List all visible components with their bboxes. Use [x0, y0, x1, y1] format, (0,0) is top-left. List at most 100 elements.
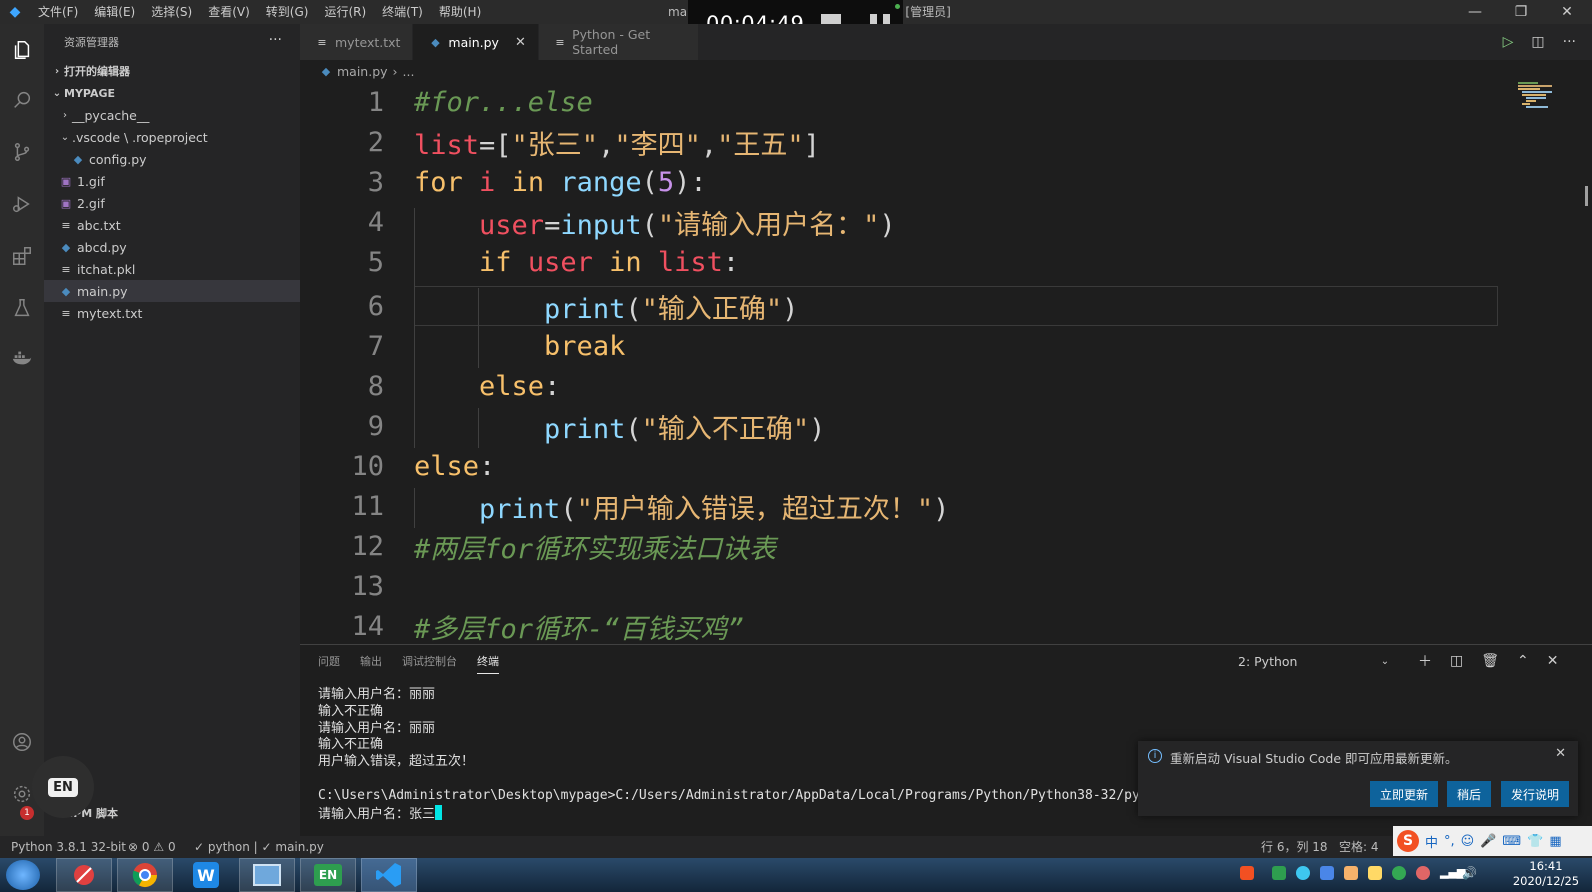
chevron-down-icon: ⌄: [1380, 655, 1390, 667]
tab-mytext[interactable]: ≡ mytext.txt: [300, 24, 414, 60]
warning-icon: ⚠: [153, 840, 165, 854]
kill-terminal-trash-icon[interactable]: 🗑: [1481, 653, 1499, 669]
source-control-icon[interactable]: [0, 130, 44, 174]
new-terminal-icon[interactable]: ＋: [1418, 651, 1432, 671]
later-button[interactable]: 稍后: [1447, 781, 1491, 807]
status-checks[interactable]: ✓ python | ✓ main.py: [194, 836, 324, 858]
terminal-select[interactable]: 2: Python ⌄: [1238, 649, 1398, 673]
more-actions-icon[interactable]: ···: [269, 32, 282, 48]
tree-item[interactable]: ⌄ .vscode \ .ropeproject: [44, 126, 300, 148]
taskbar-app-vscode[interactable]: [361, 858, 417, 892]
tree-item[interactable]: ◆ abcd.py: [44, 236, 300, 258]
system-clock[interactable]: 16:41 2020/12/25: [1506, 859, 1586, 889]
tray-circle-icon[interactable]: [1296, 866, 1310, 880]
tray-sogou-icon[interactable]: [1240, 866, 1254, 880]
tray-note-icon[interactable]: [1272, 866, 1286, 880]
tab-terminal[interactable]: 终端: [477, 653, 499, 674]
taskbar-app-control-panel[interactable]: [239, 858, 295, 892]
breadcrumb-file[interactable]: main.py: [337, 64, 388, 79]
en-language-float-button[interactable]: EN: [32, 756, 94, 818]
error-icon: ⊗: [128, 840, 139, 854]
taskbar-app-snipping[interactable]: [56, 858, 112, 892]
search-icon[interactable]: [0, 78, 44, 122]
start-button[interactable]: [0, 858, 46, 892]
tab-python-get-started[interactable]: ≡ Python - Get Started: [538, 24, 699, 60]
skin-icon[interactable]: 👕: [1527, 834, 1543, 849]
split-terminal-icon[interactable]: ◫: [1450, 653, 1463, 669]
sogou-logo-icon[interactable]: S: [1397, 830, 1419, 852]
workspace-section[interactable]: ⌄ MYPAGE: [44, 82, 300, 104]
close-notification-icon[interactable]: ✕: [1555, 746, 1566, 761]
tab-problems[interactable]: 问题: [318, 653, 340, 669]
tree-item[interactable]: ≡ itchat.pkl: [44, 258, 300, 280]
close-panel-icon[interactable]: ✕: [1547, 653, 1559, 669]
microphone-icon[interactable]: 🎤: [1480, 834, 1496, 849]
close-tab-icon[interactable]: ✕: [515, 35, 526, 50]
ime-language[interactable]: 中: [1425, 832, 1438, 851]
tab-output[interactable]: 输出: [360, 653, 382, 669]
python-file-icon: ◆: [431, 35, 440, 49]
update-now-button[interactable]: 立即更新: [1370, 781, 1438, 807]
open-editors-label: 打开的编辑器: [64, 65, 130, 78]
cursor-position[interactable]: 行 6，列 18: [1261, 836, 1328, 858]
menu-help[interactable]: 帮助(H): [431, 0, 489, 24]
taskbar-app-en[interactable]: EN: [300, 858, 356, 892]
menu-terminal[interactable]: 终端(T): [374, 0, 431, 24]
minimize-button[interactable]: —: [1452, 0, 1498, 24]
run-python-file-icon[interactable]: ▷: [1503, 34, 1514, 50]
tree-item[interactable]: ▣ 1.gif: [44, 170, 300, 192]
tree-item[interactable]: ◆ config.py: [44, 148, 300, 170]
maximize-panel-chevron-up-icon[interactable]: ⌃: [1517, 653, 1529, 669]
tray-app-icon[interactable]: [1416, 866, 1430, 880]
testing-flask-icon[interactable]: [0, 286, 44, 330]
info-icon: i: [1148, 749, 1162, 763]
tree-item-label: .vscode \ .ropeproject: [72, 129, 208, 145]
emoji-icon[interactable]: ☺: [1461, 834, 1475, 849]
account-icon[interactable]: [0, 720, 44, 764]
menu-view[interactable]: 查看(V): [200, 0, 258, 24]
menu-go[interactable]: 转到(G): [258, 0, 317, 24]
taskbar-app-chrome[interactable]: [117, 858, 173, 892]
more-actions-icon[interactable]: ···: [1563, 34, 1576, 50]
volume-icon[interactable]: 🔊: [1462, 866, 1477, 880]
close-window-button[interactable]: ✕: [1544, 0, 1590, 24]
menu-selection[interactable]: 选择(S): [143, 0, 200, 24]
tray-wechat-icon[interactable]: [1392, 866, 1406, 880]
toolbox-icon[interactable]: ▦: [1549, 834, 1561, 849]
open-editors-section[interactable]: › 打开的编辑器: [44, 60, 300, 82]
breadcrumb-symbol[interactable]: ...: [403, 64, 415, 79]
split-editor-icon[interactable]: ◫: [1531, 34, 1544, 50]
restore-button[interactable]: ❐: [1498, 0, 1544, 24]
terminal-output[interactable]: 请输入用户名：丽丽 输入不正确 请输入用户名：丽丽 输入不正确 用户输入错误，超过五次！…: [318, 687, 1234, 823]
release-notes-button[interactable]: 发行说明: [1501, 781, 1569, 807]
tree-item[interactable]: ≡ mytext.txt: [44, 302, 300, 324]
tree-item[interactable]: ▣ 2.gif: [44, 192, 300, 214]
indentation[interactable]: 空格: 4: [1339, 836, 1379, 858]
tray-shield-icon[interactable]: [1344, 866, 1358, 880]
code-line: 9 print("输入不正确"): [367, 410, 826, 445]
tray-folder-icon[interactable]: [1368, 866, 1382, 880]
tree-item[interactable]: ◆ main.py: [44, 280, 300, 302]
code-line: 13: [351, 570, 384, 602]
problems-indicator[interactable]: ⊗ 0 ⚠ 0: [128, 836, 176, 858]
keyboard-icon[interactable]: ⌨: [1502, 834, 1521, 849]
extensions-icon[interactable]: [0, 234, 44, 278]
menu-file[interactable]: 文件(F): [30, 0, 86, 24]
network-signal-icon[interactable]: ▂▄▆: [1440, 866, 1465, 880]
code-line: 7 break: [367, 330, 626, 362]
menu-run[interactable]: 运行(R): [316, 0, 374, 24]
tree-item[interactable]: › __pycache__: [44, 104, 300, 126]
tab-debug-console[interactable]: 调试控制台: [402, 653, 457, 669]
menu-edit[interactable]: 编辑(E): [86, 0, 143, 24]
docker-icon[interactable]: [0, 336, 44, 380]
punctuation-icon[interactable]: °,: [1444, 834, 1455, 849]
tray-shield-blue-icon[interactable]: [1320, 866, 1334, 880]
minimap[interactable]: [1518, 82, 1578, 122]
tab-main-py[interactable]: ◆ main.py ✕: [413, 24, 539, 60]
code-editor[interactable]: 1 #for...else 2 list=["张三","李四","王五"] 3 for…: [300, 82, 1592, 644]
tree-item[interactable]: ≡ abc.txt: [44, 214, 300, 236]
run-debug-icon[interactable]: [0, 182, 44, 226]
python-interpreter[interactable]: Python 3.8.1 32-bit: [11, 836, 126, 858]
explorer-icon[interactable]: [0, 28, 44, 72]
taskbar-app-wps[interactable]: W: [178, 858, 234, 892]
